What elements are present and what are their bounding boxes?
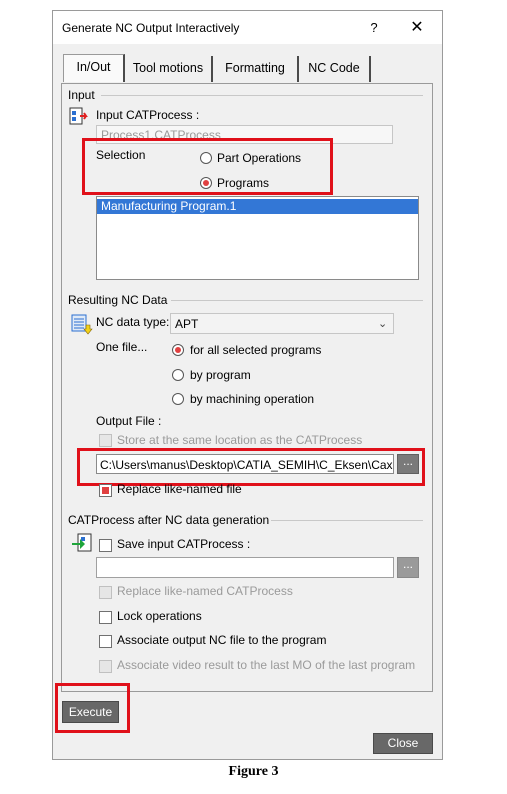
window-title: Generate NC Output Interactively: [62, 21, 240, 35]
title-bar: Generate NC Output Interactively ? ✕: [53, 11, 442, 44]
program-list[interactable]: Manufacturing Program.1: [96, 196, 419, 280]
tab-formatting[interactable]: Formatting: [213, 56, 299, 82]
associate-video-label: Associate video result to the last MO of…: [117, 658, 416, 672]
nc-data-type-icon: [71, 313, 93, 335]
part-operations-label: Part Operations: [217, 151, 302, 165]
catprocess-icon: [69, 107, 89, 127]
generate-nc-dialog: Generate NC Output Interactively ? ✕ In/…: [52, 10, 443, 760]
output-file-path-input[interactable]: C:\Users\manus\Desktop\CATIA_SEMIH\C_Eks…: [96, 454, 394, 474]
nc-data-type-select[interactable]: APT ⌄: [170, 313, 394, 334]
chevron-down-icon: ⌄: [378, 318, 388, 330]
programs-label: Programs: [217, 176, 270, 190]
figure-caption: Figure 3: [228, 764, 279, 779]
nc-data-divider: [171, 300, 423, 301]
save-catprocess-icon: [71, 532, 93, 554]
input-section-label: Input: [68, 88, 95, 102]
input-catprocess-label: Input CATProcess :: [96, 108, 200, 122]
associate-nc-file-checkbox[interactable]: [99, 635, 112, 648]
radio-all-selected-programs[interactable]: [172, 344, 184, 356]
replace-like-named-file-checkbox[interactable]: [99, 484, 112, 497]
save-catprocess-browse-button[interactable]: ...: [397, 557, 419, 578]
execute-button[interactable]: Execute: [62, 701, 119, 723]
radio-part-operations[interactable]: [200, 152, 212, 164]
save-input-catprocess-checkbox[interactable]: [99, 539, 112, 552]
radio-by-program[interactable]: [172, 369, 184, 381]
lock-operations-checkbox[interactable]: [99, 611, 112, 624]
all-selected-programs-label: for all selected programs: [190, 343, 322, 357]
nc-data-section-label: Resulting NC Data: [68, 293, 168, 307]
output-file-path-value: C:\Users\manus\Desktop\CATIA_SEMIH\C_Eks…: [100, 458, 393, 472]
output-file-label: Output File :: [96, 414, 162, 428]
tab-tool-motions[interactable]: Tool motions: [125, 56, 213, 82]
save-input-catprocess-label: Save input CATProcess :: [117, 537, 251, 551]
after-divider: [271, 520, 423, 521]
associate-nc-file-label: Associate output NC file to the program: [117, 633, 327, 647]
replace-like-named-catprocess-checkbox[interactable]: [99, 586, 112, 599]
help-button[interactable]: ?: [363, 17, 385, 39]
selection-label: Selection: [96, 148, 146, 162]
by-machining-operation-label: by machining operation: [190, 392, 315, 406]
radio-programs[interactable]: [200, 177, 212, 189]
nc-data-type-label: NC data type:: [96, 315, 170, 329]
one-file-label: One file...: [96, 340, 148, 354]
close-icon[interactable]: ✕: [405, 17, 429, 39]
close-button[interactable]: Close: [373, 733, 433, 754]
save-catprocess-path-input[interactable]: [96, 557, 394, 578]
tab-in-out[interactable]: In/Out: [63, 54, 125, 82]
replace-like-named-catprocess-label: Replace like-named CATProcess: [117, 584, 293, 598]
store-same-location-checkbox[interactable]: [99, 434, 112, 447]
output-file-browse-button[interactable]: ...: [397, 454, 419, 474]
by-program-label: by program: [190, 368, 251, 382]
tab-nc-code[interactable]: NC Code: [299, 56, 371, 82]
replace-like-named-file-label: Replace like-named file: [117, 482, 242, 496]
radio-by-machining-operation[interactable]: [172, 393, 184, 405]
associate-video-checkbox[interactable]: [99, 660, 112, 673]
list-item[interactable]: Manufacturing Program.1: [97, 199, 418, 214]
input-divider: [101, 95, 423, 96]
after-section-label: CATProcess after NC data generation: [68, 513, 270, 527]
lock-operations-label: Lock operations: [117, 609, 202, 623]
store-same-location-label: Store at the same location as the CATPro…: [117, 433, 363, 447]
nc-data-type-value: APT: [175, 317, 199, 331]
